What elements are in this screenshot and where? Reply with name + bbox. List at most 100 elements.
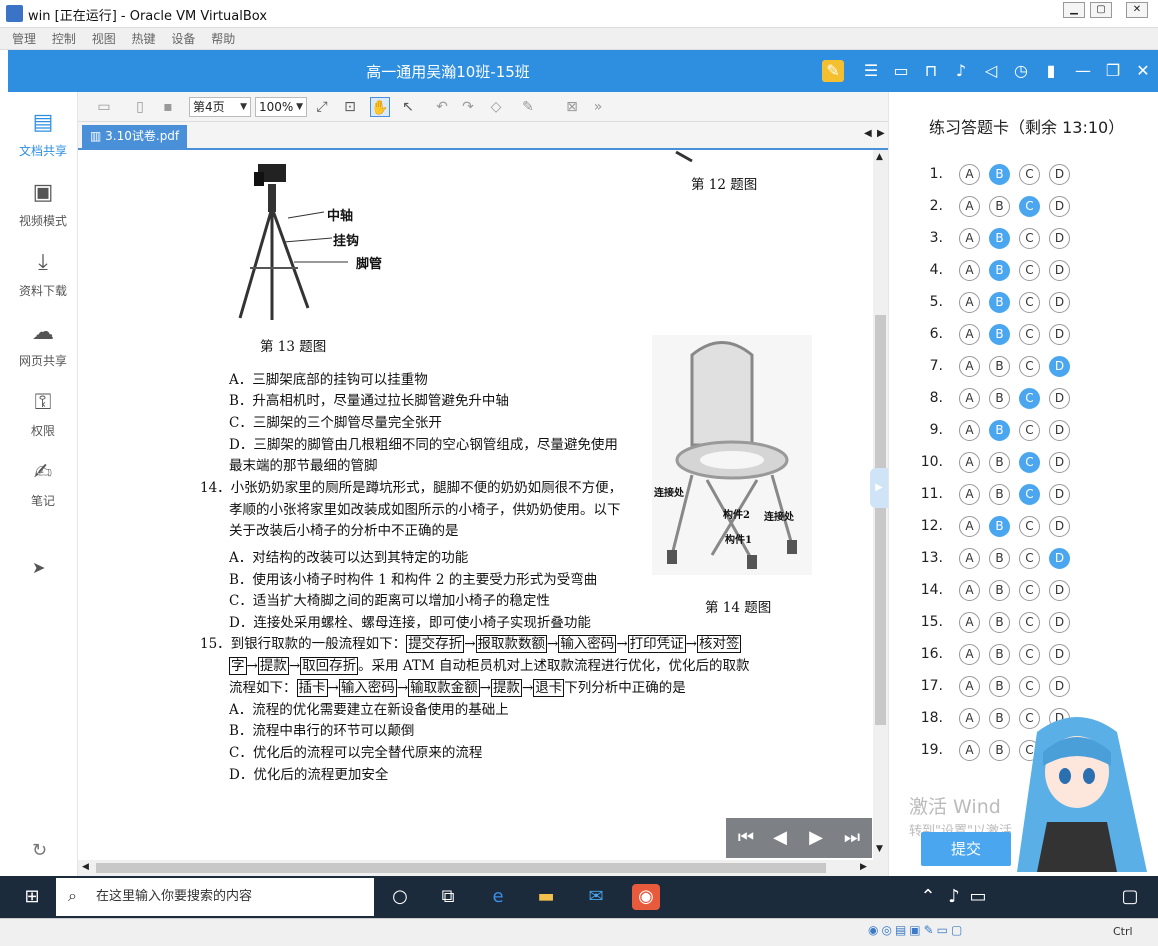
undo-icon[interactable]: ↶ [432,97,452,117]
answer-option-c[interactable]: C [1019,452,1040,473]
menu-item-devices[interactable]: 设备 [171,28,195,50]
answer-option-b[interactable]: B [989,516,1010,537]
answer-option-b[interactable]: B [989,260,1010,281]
answer-option-d[interactable]: D [1049,612,1070,633]
answer-option-c[interactable]: C [1019,580,1040,601]
speaker-icon[interactable]: ◁ [980,60,1002,82]
answer-option-a[interactable]: A [959,644,980,665]
new-file-icon[interactable]: ▯ [130,97,150,117]
windows-start-icon[interactable]: ⊞ [18,884,46,910]
scroll-up-icon[interactable]: ▲ [876,152,883,162]
answer-option-c[interactable]: C [1019,228,1040,249]
answer-option-d[interactable]: D [1049,292,1070,313]
answer-option-c[interactable]: C [1019,388,1040,409]
answer-option-d[interactable]: D [1049,164,1070,185]
crop-icon[interactable]: ⊠ [562,97,582,117]
answer-option-a[interactable]: A [959,260,980,281]
lock-icon[interactable]: ⊓ [920,60,942,82]
scroll-right-icon[interactable]: ▶ [860,862,867,872]
answer-option-c[interactable]: C [1019,196,1040,217]
maximize-icon[interactable]: ▢ [1090,2,1112,18]
next-page-icon[interactable]: ▶ [804,826,828,850]
tray-chevron-icon[interactable]: ⌃ [914,884,942,910]
answer-option-a[interactable]: A [959,356,980,377]
answer-option-b[interactable]: B [989,484,1010,505]
sidebar-item-document-share[interactable]: ▤ 文档共享 [8,108,78,172]
mail-icon[interactable]: ✉ [582,884,610,910]
answer-option-a[interactable]: A [959,228,980,249]
fit-page-icon[interactable]: ⊡ [340,97,360,117]
minimize-icon[interactable]: — [1072,60,1094,82]
answer-option-a[interactable]: A [959,580,980,601]
save-icon[interactable]: ▪ [158,97,178,117]
fullscreen-icon[interactable]: ⤢ [312,97,332,117]
answer-option-a[interactable]: A [959,516,980,537]
panel-collapse-handle[interactable]: ▶ [870,468,888,508]
tab-pdf-file[interactable]: ▥ 3.10试卷.pdf [82,125,188,148]
menu-item-hotkey[interactable]: 热键 [132,28,156,50]
zoom-select[interactable]: 100% ▼ [255,97,307,117]
pen-tool-icon[interactable]: ✎ [518,97,538,117]
redo-icon[interactable]: ↷ [458,97,478,117]
menu-item-control[interactable]: 控制 [52,28,76,50]
microphone-icon[interactable]: ♪ [950,60,972,82]
answer-option-c[interactable]: C [1019,612,1040,633]
vbox-status-icons[interactable]: ◉◎▤▣✎▭▢ [868,923,965,937]
sidebar-item-note[interactable]: ✍ 笔记 [8,458,78,522]
answer-option-a[interactable]: A [959,388,980,409]
answer-option-a[interactable]: A [959,420,980,441]
answer-option-d[interactable]: D [1049,676,1070,697]
notification-icon[interactable]: ▢ [1116,884,1144,910]
answer-option-b[interactable]: B [989,228,1010,249]
menu-item-view[interactable]: 视图 [92,28,116,50]
minimize-icon[interactable]: ▁ [1063,2,1085,18]
first-page-icon[interactable]: ⏮ [734,826,758,850]
answer-option-a[interactable]: A [959,708,980,729]
classroom-app-icon[interactable]: ◉ [632,884,660,910]
cortana-icon[interactable]: ○ [386,884,414,910]
taskbar-search-input[interactable]: 在这里输入你要搜索的内容 [56,878,374,916]
answer-option-d[interactable]: D [1049,420,1070,441]
restore-icon[interactable]: ❐ [1102,60,1124,82]
answer-option-b[interactable]: B [989,324,1010,345]
menu-item-help[interactable]: 帮助 [211,28,235,50]
answer-option-c[interactable]: C [1019,292,1040,313]
answer-option-c[interactable]: C [1019,484,1040,505]
refresh-icon[interactable]: ↻ [32,840,47,861]
last-page-icon[interactable]: ⏭ [840,826,864,850]
sidebar-item-permission[interactable]: ⚿ 权限 [8,388,78,452]
more-icon[interactable]: » [588,97,608,117]
answer-option-d[interactable]: D [1049,228,1070,249]
answer-option-b[interactable]: B [989,452,1010,473]
hand-tool-icon[interactable]: ✋ [370,97,390,117]
scroll-left-icon[interactable]: ◀ [82,862,89,872]
answer-option-d[interactable]: D [1049,260,1070,281]
answer-option-d[interactable]: D [1049,644,1070,665]
menu-item-manage[interactable]: 管理 [12,28,36,50]
answer-option-c[interactable]: C [1019,356,1040,377]
answer-option-b[interactable]: B [989,196,1010,217]
prev-page-icon[interactable]: ◀ [768,826,792,850]
sidebar-item-download[interactable]: ⤓ 资料下载 [8,248,78,312]
answer-option-a[interactable]: A [959,164,980,185]
answer-option-d[interactable]: D [1049,580,1070,601]
chat-icon[interactable]: ▭ [890,60,912,82]
answer-option-a[interactable]: A [959,324,980,345]
answer-option-c[interactable]: C [1019,548,1040,569]
tab-scroll-left-icon[interactable]: ◀ [864,128,872,139]
answer-option-c[interactable]: C [1019,644,1040,665]
answer-option-d[interactable]: D [1049,548,1070,569]
answer-option-b[interactable]: B [989,676,1010,697]
answer-option-a[interactable]: A [959,612,980,633]
answer-option-b[interactable]: B [989,292,1010,313]
close-icon[interactable]: ✕ [1132,60,1154,82]
answer-option-a[interactable]: A [959,548,980,569]
menu-icon[interactable]: ☰ [860,60,882,82]
tab-scroll-right-icon[interactable]: ▶ [877,128,885,139]
answer-option-b[interactable]: B [989,356,1010,377]
edge-browser-icon[interactable]: e [484,884,512,910]
task-view-icon[interactable]: ⧉ [434,884,462,910]
select-arrow-icon[interactable]: ↖ [398,97,418,117]
answer-option-c[interactable]: C [1019,324,1040,345]
answer-option-d[interactable]: D [1049,356,1070,377]
